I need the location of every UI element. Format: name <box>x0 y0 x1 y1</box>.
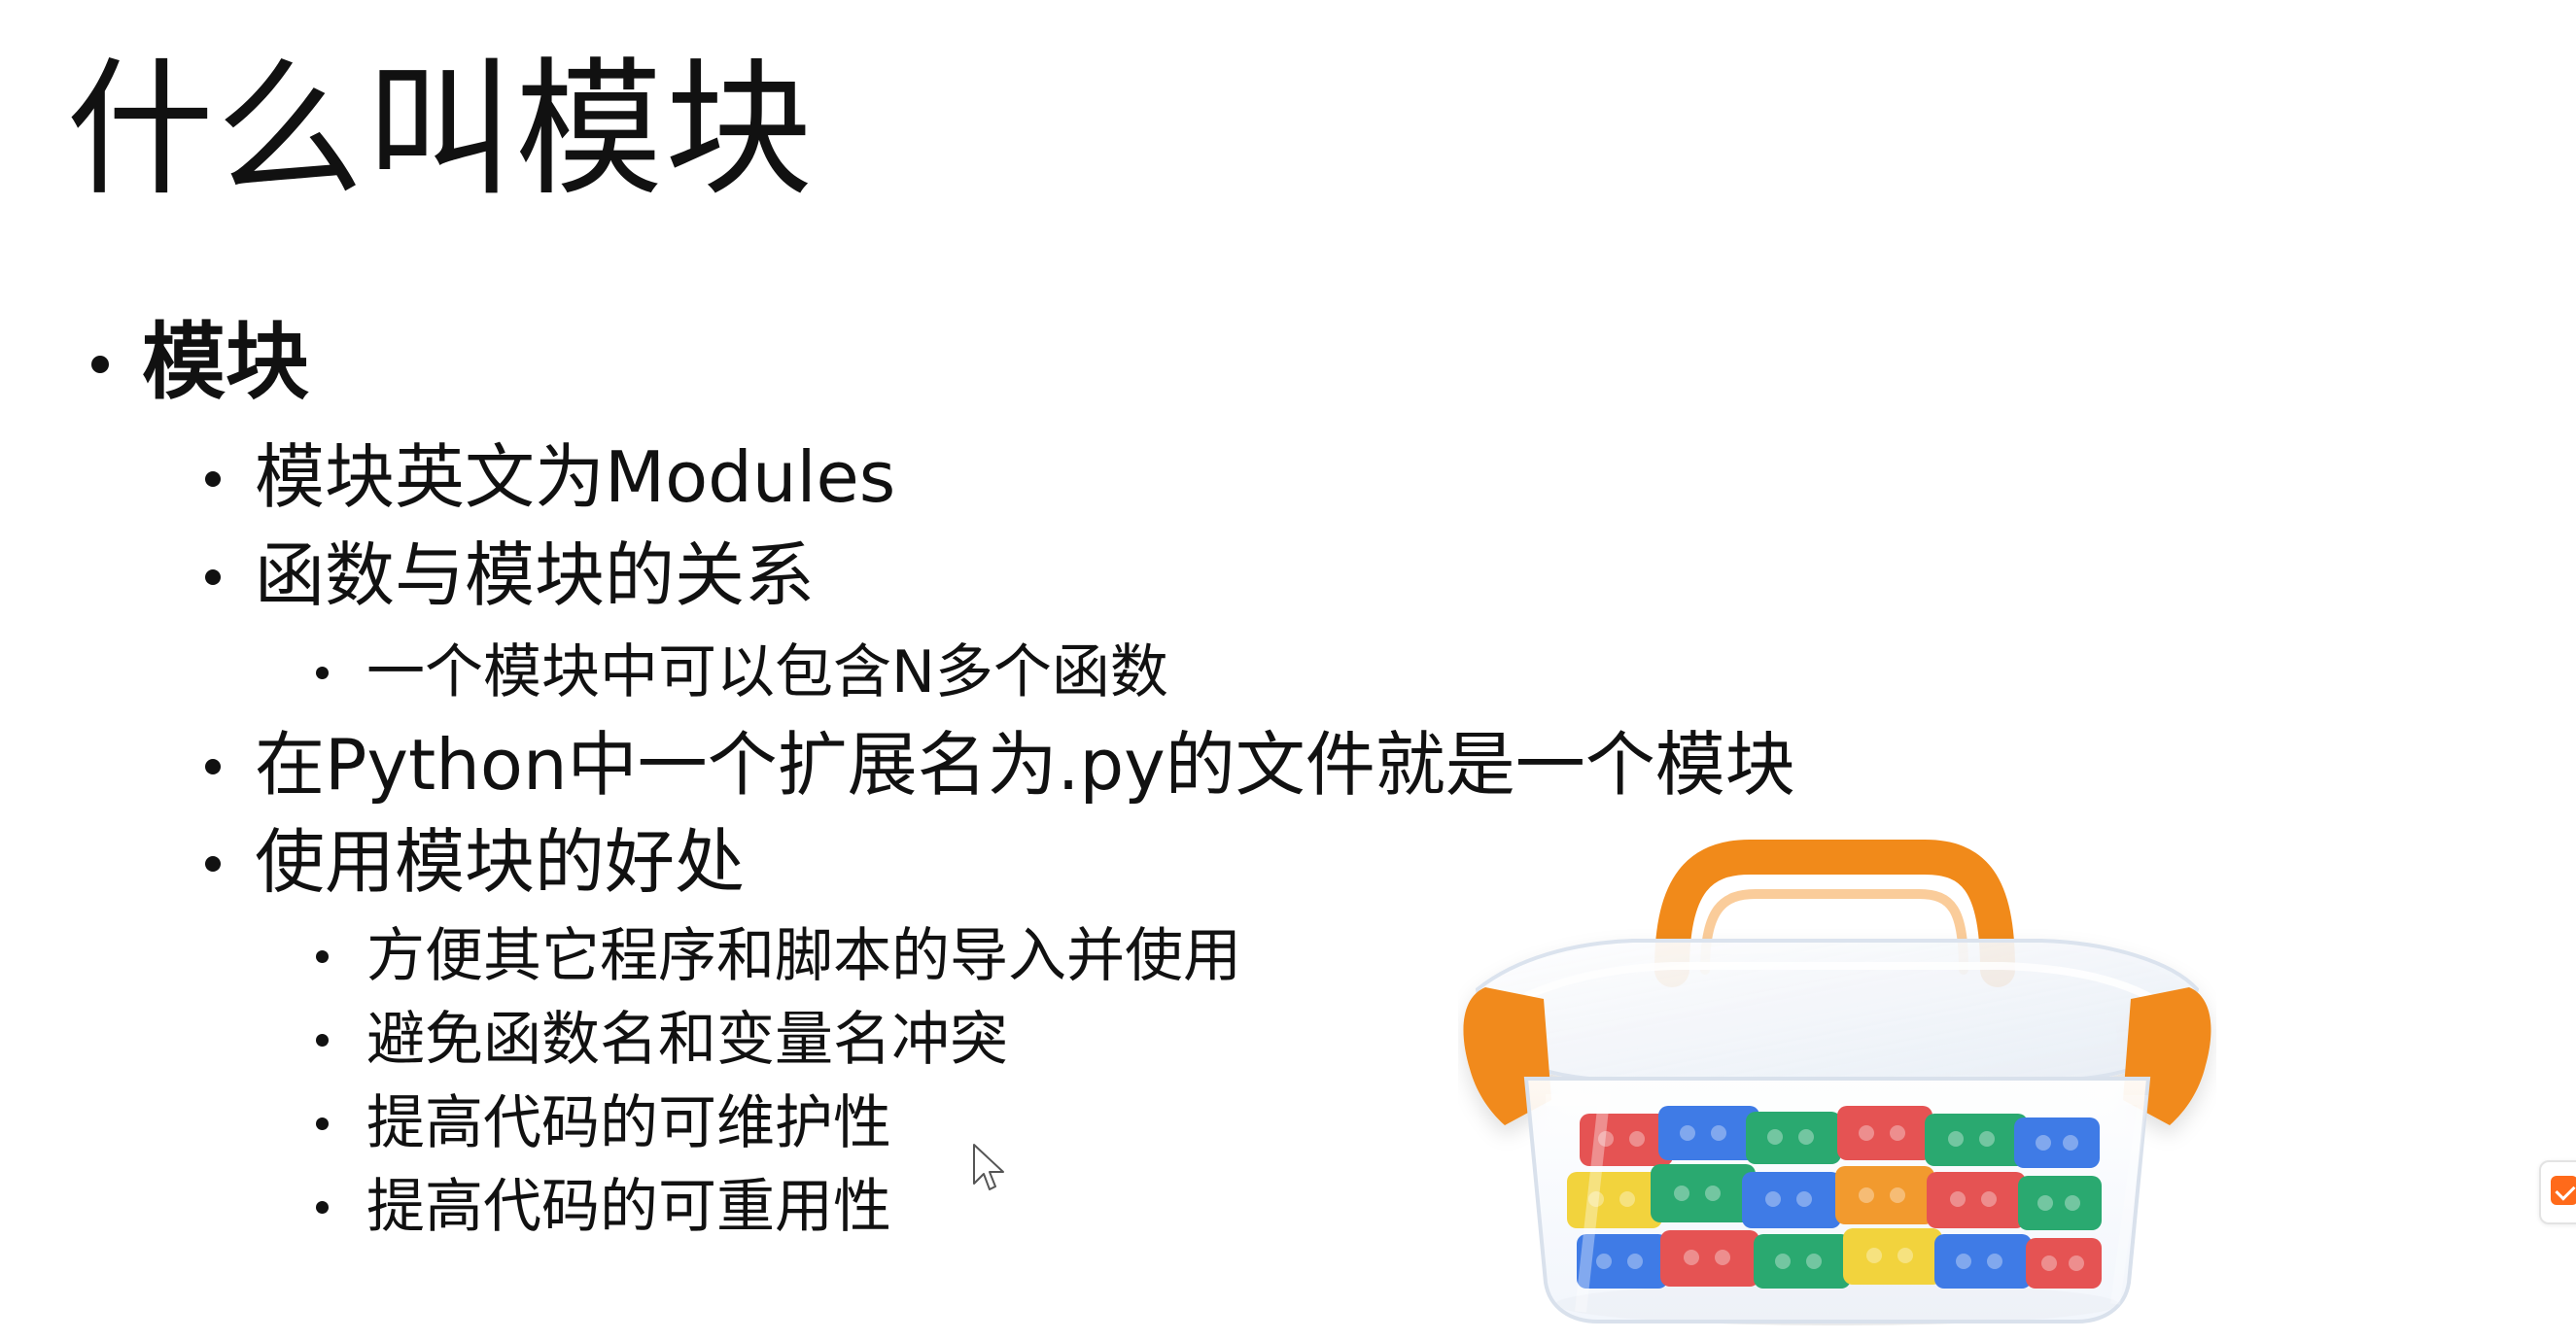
bullet-benefits-text: 使用模块的好处 <box>255 821 746 903</box>
mouse-pointer-icon <box>973 1144 1004 1190</box>
bullet-dot-icon <box>316 1034 329 1047</box>
bullet-dot-icon <box>316 950 329 963</box>
bullet-module-contains-functions-text: 一个模块中可以包含N多个函数 <box>366 638 1168 706</box>
bullet-dot-icon <box>316 667 329 679</box>
benefit-item-text: 避免函数名和变量名冲突 <box>366 1006 1008 1074</box>
benefit-item-text: 方便其它程序和脚本的导入并使用 <box>366 922 1241 990</box>
orange-side-tab-inner-icon <box>2551 1176 2576 1205</box>
bullet-dot-icon <box>316 1118 329 1130</box>
building-blocks <box>1567 1106 2102 1289</box>
bullet-root-module-text: 模块 <box>142 314 309 411</box>
benefit-item-text: 提高代码的可维护性 <box>366 1089 891 1157</box>
bullet-dot-icon <box>205 856 221 872</box>
bullet-dot-icon <box>91 356 109 373</box>
building-blocks-box-image <box>1458 826 2216 1337</box>
bullet-dot-icon <box>205 759 221 774</box>
bullet-python-file-module-text: 在Python中一个扩展名为.py的文件就是一个模块 <box>255 724 1795 806</box>
building-blocks-box-illustration <box>1463 840 2211 1325</box>
benefit-item-text: 提高代码的可重用性 <box>366 1173 891 1241</box>
bullet-modules-english-text: 模块英文为Modules <box>255 436 896 518</box>
bullet-dot-icon <box>205 471 221 487</box>
page-title: 什么叫模块 <box>66 44 815 216</box>
bullet-function-relation-text: 函数与模块的关系 <box>255 534 816 616</box>
slide-canvas: 什么叫模块 模块 模块英文为Modules 函数与模块的关系 一个模块中可以包含… <box>0 0 2576 1337</box>
bullet-dot-icon <box>205 569 221 585</box>
orange-side-tab-icon[interactable] <box>2539 1160 2576 1224</box>
bullet-dot-icon <box>316 1201 329 1214</box>
